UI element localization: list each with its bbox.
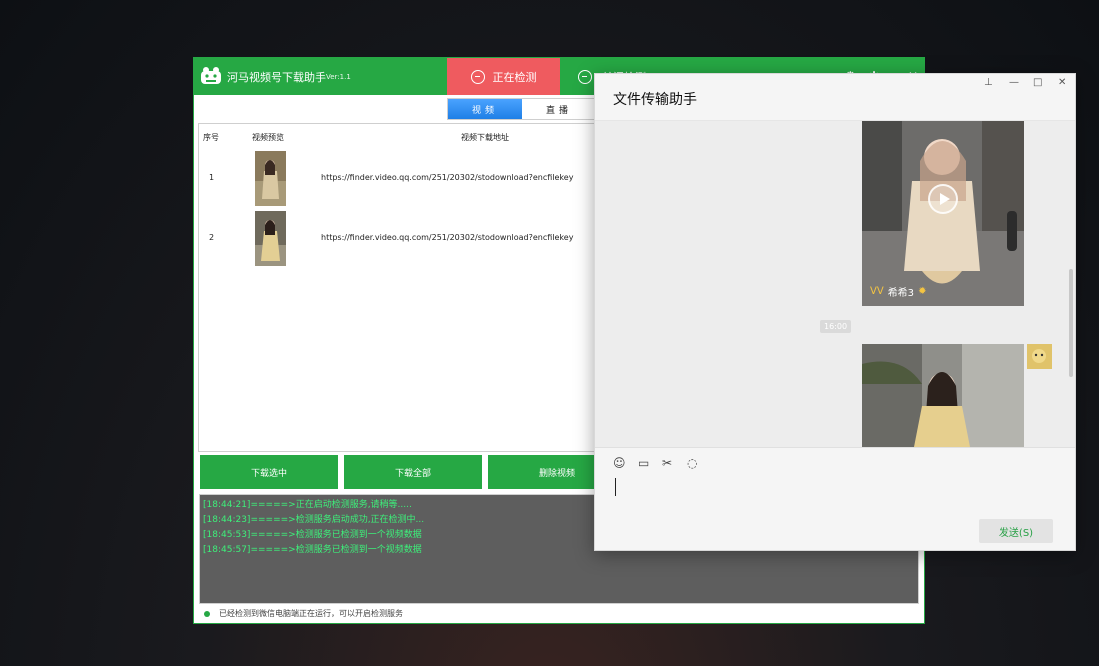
chat-history-icon[interactable]: ◌: [687, 456, 697, 470]
author-name: 希希3: [887, 288, 915, 299]
row-index: 2: [209, 233, 215, 242]
message-input[interactable]: [615, 478, 616, 496]
app-title: 河马视频号下载助手: [227, 71, 326, 84]
row-index: 1: [209, 173, 215, 182]
close-icon[interactable]: ✕: [1058, 77, 1066, 88]
send-button[interactable]: 发送(S): [979, 519, 1053, 543]
divider: [595, 447, 1075, 448]
maximize-icon[interactable]: □: [1033, 77, 1042, 88]
file-transfer-window: 文件传输助手 ⊥ — □ ✕ ᐯᐯ 希希3 ✹ 16:00 ☺ ▭ ✂ ◌ 发送…: [594, 73, 1076, 551]
video-cover: [862, 344, 1024, 447]
status-bar: 已经检测到微信电脑端正在运行，可以开启检测服务: [204, 608, 403, 619]
status-dot-icon: [204, 610, 210, 617]
header-url: 视频下载地址: [461, 133, 509, 142]
emoji-icon[interactable]: ☺: [613, 456, 626, 470]
hippo-logo-icon: [201, 67, 221, 84]
app-version: Ver:1.1: [326, 73, 351, 81]
play-icon[interactable]: [928, 184, 958, 214]
folder-icon[interactable]: ▭: [638, 456, 649, 470]
video-url: https://finder.video.qq.com/251/20302/st…: [321, 233, 574, 242]
video-thumbnail[interactable]: [255, 151, 286, 206]
video-author: ᐯᐯ 希希3 ✹: [870, 284, 926, 299]
segment-video[interactable]: 视频: [448, 99, 522, 119]
stop-icon: [578, 69, 592, 84]
video-message[interactable]: [862, 344, 1024, 447]
download-selected-button[interactable]: 下载选中: [200, 455, 338, 489]
tab-detecting-label: 正在检测: [492, 70, 537, 84]
verified-icon: ✹: [918, 286, 927, 297]
video-message[interactable]: ᐯᐯ 希希3 ✹: [862, 121, 1024, 306]
chat-title: 文件传输助手: [613, 92, 697, 108]
time-divider: 16:00: [820, 320, 852, 333]
scissors-icon[interactable]: ✂: [662, 456, 672, 470]
avatar[interactable]: [1027, 344, 1052, 369]
download-all-button[interactable]: 下载全部: [344, 455, 482, 489]
header-preview: 视频预览: [252, 133, 284, 142]
status-text: 已经检测到微信电脑端正在运行，可以开启检测服务: [219, 609, 403, 618]
header-index: 序号: [203, 133, 219, 142]
video-thumbnail[interactable]: [255, 211, 286, 266]
message-list[interactable]: ᐯᐯ 希希3 ✹ 16:00: [595, 121, 1075, 447]
video-url: https://finder.video.qq.com/251/20302/st…: [321, 173, 574, 182]
media-type-switch: 视频 直播: [447, 98, 597, 120]
tab-detecting[interactable]: 正在检测: [447, 58, 560, 95]
minimize-icon[interactable]: —: [1009, 77, 1019, 88]
scrollbar[interactable]: [1069, 269, 1073, 377]
pin-icon[interactable]: ⊥: [984, 77, 993, 88]
detect-icon: [470, 69, 485, 84]
channel-icon: ᐯᐯ: [870, 286, 884, 297]
segment-live[interactable]: 直播: [522, 99, 596, 119]
